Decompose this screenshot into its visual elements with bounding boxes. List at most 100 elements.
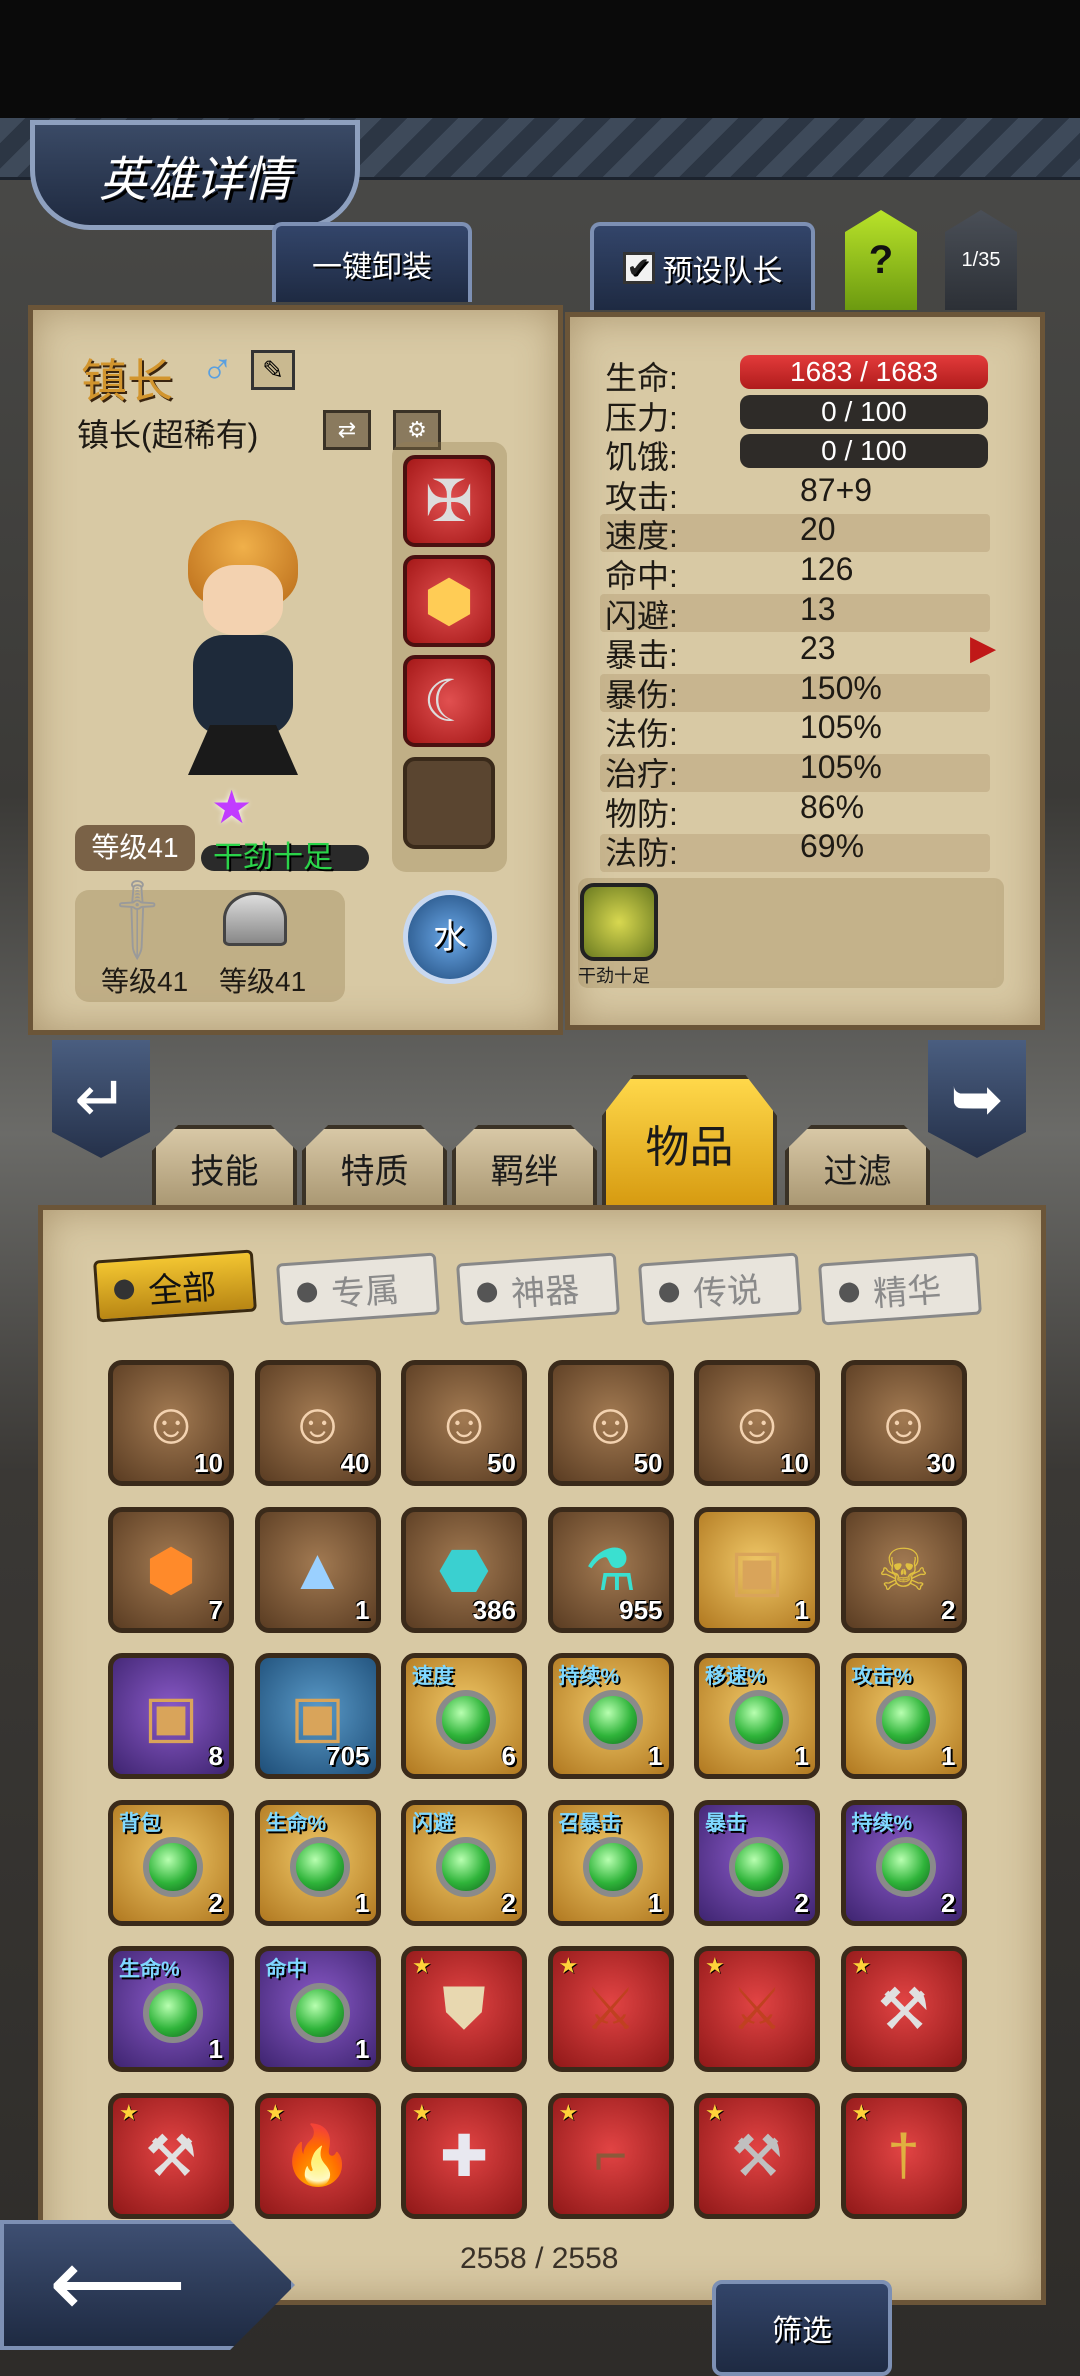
helmet-icon[interactable]	[223, 892, 287, 946]
item-tag: 背包	[119, 1811, 161, 1835]
tab-items[interactable]: 物品	[602, 1075, 777, 1211]
preset-leader-button[interactable]: ✔ 预设队长	[590, 222, 815, 310]
item-slot[interactable]: 移速% 1	[694, 1653, 820, 1779]
item-count: 1	[355, 1887, 370, 1918]
tab-skills[interactable]: 技能	[152, 1125, 297, 1211]
item-slot[interactable]: ☺ 10	[108, 1360, 234, 1486]
item-slot[interactable]: ☺ 50	[401, 1360, 527, 1486]
item-slot[interactable]: 攻击% 1	[840, 1653, 967, 1779]
item-slot[interactable]: ☺ 40	[254, 1360, 381, 1486]
item-slot[interactable]: ⌐ ★	[547, 2092, 674, 2219]
item-tag: 生命%	[265, 1811, 327, 1835]
item-count: 2	[941, 1594, 956, 1625]
item-slot[interactable]: ✚ ★	[401, 2092, 527, 2219]
stat-row: 暴伤: 150%	[605, 670, 990, 713]
subtab-dot	[476, 1281, 498, 1304]
equip-slot-1[interactable]: ✠	[403, 455, 495, 547]
star-icon: ★	[412, 2099, 432, 2125]
item-slot[interactable]: ▣ 8	[108, 1653, 234, 1779]
subtab-legend[interactable]: 传说	[638, 1252, 802, 1326]
item-slot[interactable]: 暴击 2	[694, 1799, 820, 1926]
green-gem-icon	[875, 1690, 936, 1750]
element-badge[interactable]: 水	[403, 890, 497, 984]
item-slot[interactable]: ▣ 705	[254, 1653, 381, 1779]
item-tag: 召暴击	[558, 1811, 622, 1835]
subtab-all[interactable]: 全部	[93, 1249, 257, 1323]
item-count: 955	[619, 1594, 663, 1625]
star-icon: ★	[705, 1953, 725, 1978]
sickle-icon: ☾	[423, 669, 475, 734]
equip-slot-3[interactable]: ☾	[403, 655, 495, 747]
equip-slot-2[interactable]: ⬢	[403, 555, 495, 647]
filter-label: 筛选	[772, 2315, 832, 2348]
item-slot[interactable]: † ★	[840, 2092, 967, 2219]
item-slot[interactable]: ⚒ ★	[108, 2092, 234, 2219]
stat-row: 法防: 69%	[605, 828, 990, 871]
filter-button[interactable]: 筛选	[712, 2280, 892, 2376]
stat-value: 87+9	[800, 471, 873, 508]
subtab-artifact[interactable]: 神器	[456, 1252, 620, 1326]
subtab-essence[interactable]: 精华	[818, 1252, 982, 1326]
item-slot[interactable]: ⚔ ★	[547, 1946, 674, 2072]
item-slot[interactable]: ⬣ 386	[401, 1506, 527, 1633]
trait-icon[interactable]	[580, 883, 658, 961]
stat-value: 126	[800, 551, 854, 587]
item-slot[interactable]: 生命% 1	[254, 1799, 381, 1926]
item-slot[interactable]: 持续% 1	[547, 1653, 674, 1779]
item-count: 7	[208, 1594, 223, 1625]
green-gem-icon	[729, 1690, 789, 1750]
item-slot[interactable]: 闪避 2	[401, 1799, 527, 1926]
unequip-all-button[interactable]: 一键卸装	[272, 222, 472, 302]
item-slot[interactable]: ⬢ 7	[108, 1506, 234, 1633]
item-slot[interactable]: ☺ 30	[840, 1360, 967, 1486]
subtab-exclusive[interactable]: 专属	[276, 1252, 440, 1326]
item-slot[interactable]: 持续% 2	[840, 1799, 967, 1926]
tab-filter[interactable]: 过滤	[785, 1125, 930, 1211]
item-slot[interactable]: ⚒ ★	[694, 2092, 820, 2219]
hero-body	[193, 635, 293, 735]
equip-slot-empty[interactable]	[403, 757, 495, 849]
item-slot[interactable]: ☺ 10	[694, 1360, 820, 1486]
item-slot[interactable]: 背包 2	[108, 1799, 234, 1926]
rename-button[interactable]: ✎	[251, 350, 295, 390]
checkbox-icon[interactable]: ✔	[622, 252, 655, 284]
item-slot[interactable]: 速度 6	[401, 1653, 527, 1779]
star-icon: ★	[851, 2099, 872, 2125]
item-count: 2	[501, 1887, 516, 1918]
item-slot[interactable]: ▣ 1	[694, 1506, 820, 1633]
swap-icon[interactable]: ⇄	[323, 410, 371, 450]
tab-traits[interactable]: 特质	[302, 1125, 447, 1211]
item-slot[interactable]: ⛊ ★	[401, 1946, 527, 2072]
male-icon: ♂	[201, 345, 234, 394]
stat-value: 105%	[800, 749, 882, 785]
item-slot[interactable]: ⚗ 955	[547, 1506, 674, 1633]
item-count: 1	[208, 2034, 223, 2064]
green-gem-icon	[289, 1983, 350, 2043]
item-count: 8	[208, 1741, 223, 1771]
tab-label: 过滤	[823, 1152, 892, 1191]
item-slot[interactable]: 生命% 1	[108, 1946, 234, 2072]
stat-bar: 0 / 100	[740, 394, 988, 429]
green-gem-icon	[875, 1836, 936, 1897]
item-slot[interactable]: ⚒ ★	[840, 1946, 967, 2072]
page-count: 1/35	[961, 248, 1001, 271]
element-label: 水	[433, 918, 467, 956]
green-gem-icon	[436, 1690, 496, 1750]
item-slot[interactable]: ⚔ ★	[694, 1946, 820, 2072]
item-slot[interactable]: ☺ 50	[547, 1360, 674, 1486]
tab-bonds[interactable]: 羁绊	[452, 1125, 597, 1211]
item-slot[interactable]: 召暴击 1	[547, 1799, 674, 1926]
item-slot[interactable]: 命中 1	[254, 1946, 381, 2072]
item-slot[interactable]: ▲ 1	[254, 1506, 381, 1633]
stat-value: 105%	[800, 709, 882, 746]
item-slot[interactable]: ☠ 2	[840, 1506, 967, 1633]
hero-face	[203, 565, 283, 635]
item-slot[interactable]: 🔥 ★	[254, 2092, 381, 2219]
star-icon: ★	[265, 2099, 286, 2125]
subtab-dot	[113, 1278, 135, 1301]
stat-bar: 0 / 100	[740, 434, 988, 469]
level-badge: 等级41	[75, 825, 195, 871]
arrow-right-icon[interactable]: ▶	[970, 628, 996, 668]
tab-label: 特质	[340, 1152, 409, 1191]
subtab-dot	[658, 1281, 680, 1304]
